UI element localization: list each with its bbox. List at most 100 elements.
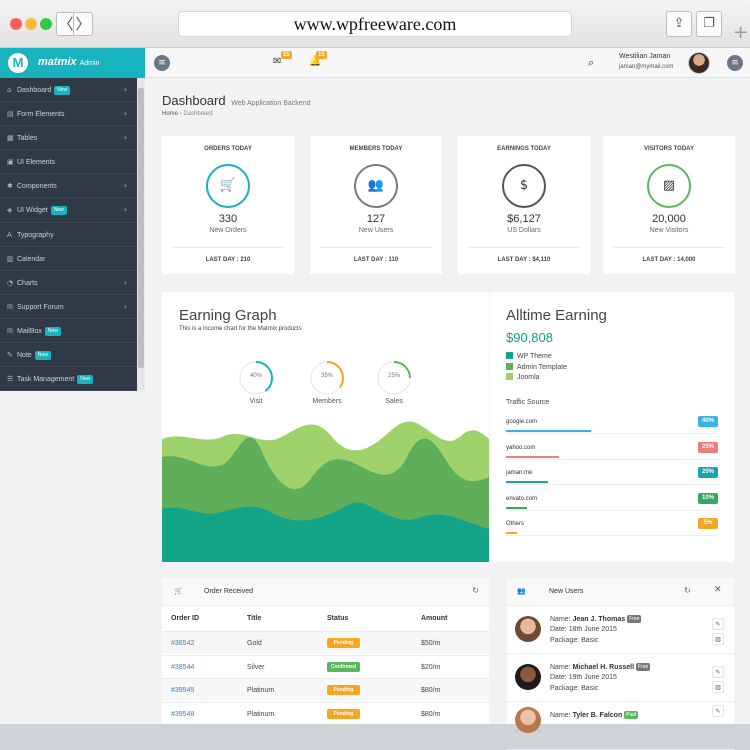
sidebar-item-tables[interactable]: ▦ Tables › (0, 126, 137, 151)
alltime-value: $90,808 (506, 330, 553, 345)
traffic-source-name[interactable]: yahoo.com (506, 445, 535, 451)
traffic-source-name[interactable]: google.com (506, 419, 537, 425)
status-badge: Confirmed (327, 661, 360, 672)
stat-card-earnings-today: EARNINGS TODAY $ $6,127 US Dollars LAST DAY … (458, 136, 590, 274)
status-badge: Pending (327, 685, 360, 695)
sidebar-item-typography[interactable]: A Typography (0, 223, 137, 247)
traffic-percent-badge: 25% (698, 441, 718, 453)
divider (468, 247, 580, 248)
traffic-row: yahoo.com 25% (506, 440, 718, 460)
tabs-button[interactable]: ❐ (696, 11, 722, 37)
plan-badge: Paid (624, 711, 639, 719)
traffic-source-name[interactable]: Others (506, 521, 524, 527)
column-header-order-id[interactable]: Order ID (171, 615, 199, 622)
address-bar[interactable]: www.wpfreeware.com (178, 11, 572, 37)
sidebar-item-task-management[interactable]: ☰ Task Management New (0, 367, 137, 392)
new-users-title: New Users (549, 588, 584, 595)
stat-icon: 👥 (354, 164, 398, 208)
delete-button[interactable]: ▥ (712, 633, 724, 645)
order-id-link[interactable]: #36542 (171, 640, 194, 647)
order-id-link[interactable]: #39548 (171, 711, 194, 718)
task-management-icon: ☰ (7, 375, 14, 384)
menu-toggle-button[interactable]: ≡ (154, 55, 170, 71)
traffic-source-name[interactable]: envato.com (506, 496, 537, 502)
traffic-percent-badge: 5% (698, 518, 718, 529)
order-id-link[interactable]: #38544 (171, 664, 194, 671)
sidebar: ⌂ Dashboard New › ▤ Form Elements › ▦ Tables › ▣ UI… (0, 78, 137, 392)
chevron-right-icon: › (123, 133, 127, 143)
stat-title: MEMBERS TODAY (349, 146, 403, 152)
new-tab-button[interactable]: + (733, 22, 748, 43)
legend-swatch (506, 373, 513, 380)
close-icon[interactable]: ✕ (714, 585, 722, 595)
dashboard-icon: ⌂ (7, 86, 12, 94)
user-package: Basic (581, 685, 599, 692)
search-icon: ⌕ (588, 56, 595, 69)
sidebar-item-mailbox[interactable]: ✉ MailBox New (0, 319, 137, 344)
chevron-right-icon: › (123, 181, 127, 191)
sidebar-item-ui-elements[interactable]: ▣ UI Elements (0, 150, 137, 175)
gauge-label: Visit (249, 398, 263, 405)
brand-name: matmix Admin (38, 56, 99, 68)
breadcrumb-home-link[interactable]: Home (162, 111, 178, 117)
package-label: Package: (550, 685, 580, 692)
avatar[interactable] (688, 52, 710, 74)
plan-badge: Free (627, 615, 642, 623)
edit-button[interactable]: ✎ (712, 618, 724, 630)
plan-badge: Free (636, 663, 651, 671)
traffic-source-name[interactable]: jaman.me (506, 470, 532, 476)
stat-card-visitors-today: VISITORS TODAY ▨ 20,000 New Visitors LAST DA… (603, 136, 735, 274)
stat-title: ORDERS TODAY (204, 146, 252, 152)
avatar[interactable] (515, 707, 541, 733)
sidebar-item-calendar[interactable]: ▥ Calendar (0, 247, 137, 271)
sidebar-item-form-elements[interactable]: ▤ Form Elements › (0, 102, 137, 127)
sidebar-item-charts[interactable]: ◔ Charts › (0, 271, 137, 295)
page-title-text: Dashboard (162, 93, 226, 108)
share-button[interactable]: ⇪ (666, 11, 692, 37)
order-id-link[interactable]: #39545 (171, 687, 194, 694)
zoom-window-button[interactable] (40, 18, 52, 30)
column-header-status[interactable]: Status (327, 615, 348, 622)
order-amount: $80/m (421, 687, 441, 694)
stat-value: 330 (218, 213, 238, 225)
refresh-icon[interactable]: ↻ (472, 586, 479, 595)
sidebar-item-note[interactable]: ✎ Note New (0, 343, 137, 368)
minimize-window-button[interactable] (25, 18, 37, 30)
forward-button[interactable]: 〉 (73, 12, 93, 36)
avatar[interactable] (515, 616, 541, 642)
sidebar-item-dashboard[interactable]: ⌂ Dashboard New › (0, 78, 137, 103)
sidebar-item-label: Calendar (17, 255, 46, 263)
divider (613, 247, 725, 248)
scrollbar-thumb[interactable] (138, 88, 144, 368)
stat-label: US Dollars (507, 227, 541, 234)
user-name[interactable]: Michael H. Russell (573, 664, 634, 671)
search-button[interactable]: ⌕ (588, 56, 594, 70)
order-title: Platinum (247, 710, 275, 718)
edit-button[interactable]: ✎ (712, 666, 724, 678)
user-name[interactable]: Tyler B. Falcon (573, 712, 623, 719)
edit-button[interactable]: ✎ (712, 705, 724, 717)
sidebar-scrollbar[interactable] (137, 78, 145, 390)
user-name[interactable]: Jean J. Thomas (573, 616, 626, 623)
charts-icon: ◔ (7, 278, 14, 287)
sidebar-item-ui-widget[interactable]: ◈ UI Widget New › (0, 198, 137, 223)
avatar[interactable] (515, 664, 541, 690)
sidebar-item-support-forum[interactable]: ✉ Support Forum › (0, 295, 137, 319)
sidebar-item-label: Charts (17, 279, 38, 287)
close-window-button[interactable] (10, 18, 22, 30)
delete-button[interactable]: ▥ (712, 681, 724, 693)
sidebar-item-label: Typography (17, 231, 54, 239)
sidebar-item-components[interactable]: ✱ Components › (0, 174, 137, 199)
traffic-progress-bar (506, 430, 591, 432)
breadcrumb-separator: › (179, 111, 182, 117)
user-name-line: Name: Tyler B. Falcon Paid (550, 711, 639, 719)
brand-logo[interactable]: M (8, 53, 28, 73)
user-name[interactable]: Westilian Jaman (619, 53, 670, 60)
right-menu-button[interactable]: ≡ (727, 55, 743, 71)
ui-widget-icon: ◈ (7, 206, 13, 215)
refresh-icon[interactable]: ↻ (684, 586, 691, 595)
column-header-title[interactable]: Title (247, 615, 261, 622)
column-header-amount[interactable]: Amount (421, 615, 447, 622)
status-badge: Pending (327, 638, 360, 648)
user-date: 19th June 2015 (568, 674, 617, 681)
